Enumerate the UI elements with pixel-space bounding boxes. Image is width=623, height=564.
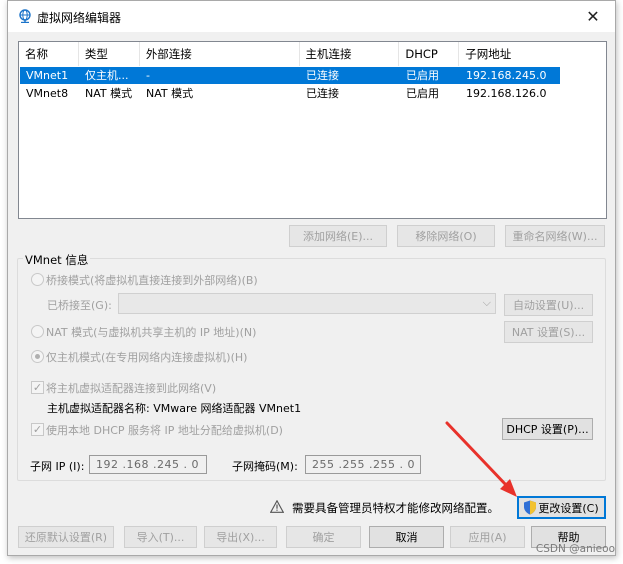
close-icon: ✕: [586, 7, 600, 26]
change-settings-label: 更改设置(C): [538, 501, 599, 515]
table-row-vmnet8[interactable]: VMnet8 NAT 模式 NAT 模式 已连接 已启用 192.168.126…: [20, 85, 560, 102]
cell-name: VMnet1: [26, 69, 69, 82]
cell-dhcp: 已启用: [406, 87, 439, 100]
uac-shield-icon: [524, 500, 536, 515]
nat-mode-label: NAT 模式(与虚拟机共享主机的 IP 地址)(N): [46, 326, 257, 339]
bridged-to-select[interactable]: ⌵: [118, 293, 496, 314]
subnet-ip-label: 子网 IP (I):: [30, 460, 85, 473]
network-globe-icon: [19, 9, 31, 23]
export-button[interactable]: 导出(X)...: [204, 526, 277, 548]
warning-icon: [270, 500, 284, 513]
dhcp-settings-button[interactable]: DHCP 设置(P)...: [502, 418, 593, 440]
subnet-ip-input[interactable]: 192 .168 .245 . 0: [89, 455, 207, 474]
title-bar: 虚拟网络编辑器 ✕: [8, 1, 615, 32]
cell-name: VMnet8: [26, 87, 69, 100]
admin-notice-text: 需要具备管理员特权才能修改网络配置。: [292, 501, 499, 515]
connect-adapter-label: 将主机虚拟适配器连接到此网络(V): [46, 382, 217, 395]
cell-type: 仅主机...: [85, 69, 129, 82]
cell-type: NAT 模式: [85, 87, 133, 100]
chevron-down-icon: ⌵: [482, 296, 491, 309]
cell-external: -: [146, 69, 150, 82]
subnet-mask-input[interactable]: 255 .255 .255 . 0: [305, 455, 421, 474]
cell-host: 已连接: [306, 87, 339, 100]
use-dhcp-label: 使用本地 DHCP 服务将 IP 地址分配给虚拟机(D): [46, 424, 283, 437]
use-dhcp-checkbox[interactable]: ✓: [31, 423, 44, 436]
restore-defaults-button[interactable]: 还原默认设置(R): [18, 526, 114, 548]
import-button[interactable]: 导入(T)...: [124, 526, 197, 548]
column-header-dhcp[interactable]: DHCP: [399, 42, 460, 66]
ok-button[interactable]: 确定: [286, 526, 361, 548]
auto-settings-button[interactable]: 自动设置(U)...: [504, 294, 593, 316]
close-button[interactable]: ✕: [571, 1, 615, 32]
table-header: 名称 类型 外部连接 主机连接 DHCP 子网地址: [19, 42, 606, 66]
column-header-subnet[interactable]: 子网地址: [459, 42, 606, 66]
adapter-name-text: 主机虚拟适配器名称: VMware 网络适配器 VMnet1: [47, 402, 302, 415]
apply-button[interactable]: 应用(A): [450, 526, 525, 548]
nat-mode-radio[interactable]: [31, 325, 44, 338]
cell-subnet: 192.168.126.0: [466, 87, 547, 100]
cell-external: NAT 模式: [146, 87, 194, 100]
vmnet-info-group: [17, 258, 606, 481]
cell-host: 已连接: [306, 69, 339, 82]
vmnet-info-label: VMnet 信息: [23, 252, 91, 268]
host-only-mode-radio[interactable]: [31, 350, 44, 363]
nat-settings-button[interactable]: NAT 设置(S)...: [504, 321, 593, 343]
network-list[interactable]: 名称 类型 外部连接 主机连接 DHCP 子网地址 VMnet1 仅主机... …: [18, 41, 607, 219]
subnet-mask-label: 子网掩码(M):: [232, 460, 298, 473]
column-header-host[interactable]: 主机连接: [300, 42, 400, 66]
rename-network-button[interactable]: 重命名网络(W)...: [505, 225, 605, 247]
bridged-mode-radio[interactable]: [31, 273, 44, 286]
host-only-mode-label: 仅主机模式(在专用网络内连接虚拟机)(H): [46, 351, 248, 364]
connect-adapter-checkbox[interactable]: ✓: [31, 381, 44, 394]
table-row-vmnet1[interactable]: VMnet1 仅主机... - 已连接 已启用 192.168.245.0: [20, 67, 560, 84]
column-header-type[interactable]: 类型: [79, 42, 140, 66]
cancel-button[interactable]: 取消: [369, 526, 444, 548]
column-header-name[interactable]: 名称: [19, 42, 79, 66]
window-title: 虚拟网络编辑器: [37, 11, 122, 25]
cell-subnet: 192.168.245.0: [466, 69, 547, 82]
bridged-to-label: 已桥接至(G):: [47, 299, 112, 312]
cell-dhcp: 已启用: [406, 69, 439, 82]
change-settings-button[interactable]: 更改设置(C): [517, 496, 606, 519]
add-network-button[interactable]: 添加网络(E)...: [289, 225, 387, 247]
column-header-external[interactable]: 外部连接: [140, 42, 300, 66]
remove-network-button[interactable]: 移除网络(O): [397, 225, 495, 247]
watermark-text: CSDN @anieoo: [535, 543, 615, 555]
bridged-mode-label: 桥接模式(将虚拟机直接连接到外部网络)(B): [46, 274, 258, 287]
